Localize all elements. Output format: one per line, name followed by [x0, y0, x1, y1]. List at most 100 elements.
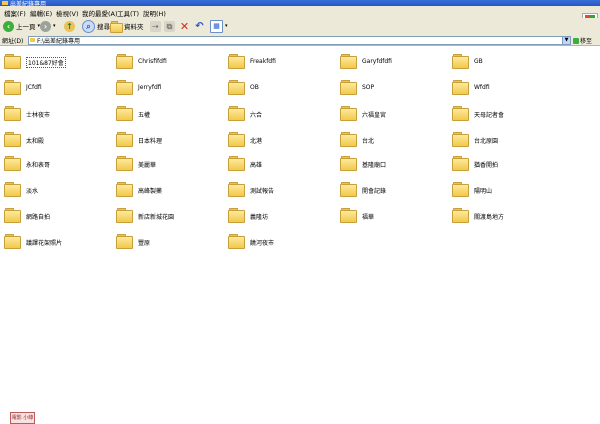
folder-label: 天母記者會 [474, 112, 505, 119]
folder-item[interactable]: 高雄 [228, 154, 333, 174]
folder-label: 饒河夜市 [250, 240, 275, 247]
folder-label: 永和表哥 [26, 162, 51, 169]
folder-item[interactable]: Wfdfi [452, 78, 557, 98]
folder-icon [340, 106, 357, 121]
folder-label: JCfdfi [26, 84, 42, 91]
folder-item[interactable]: 議譯花架照片 [4, 232, 109, 252]
folder-item[interactable]: 義隆坊 [228, 206, 333, 226]
folder-icon [452, 182, 469, 197]
folder-item[interactable]: 美麗華 [116, 154, 221, 174]
folder-item[interactable]: 台北原園 [452, 130, 557, 150]
folder-icon [452, 156, 469, 171]
folder-item[interactable]: 高峰製藥 [116, 180, 221, 200]
folder-icon [228, 132, 245, 147]
folder-item[interactable]: JCfdfi [4, 78, 109, 98]
folder-label: Garyfdfdfi [362, 58, 392, 65]
folder-item[interactable]: 士林夜市 [4, 104, 109, 124]
folder-icon [228, 80, 245, 95]
menu-view[interactable]: 檢視(V) [56, 8, 79, 18]
folder-label: Wfdfi [474, 84, 490, 91]
folder-item[interactable]: 網路自拍 [4, 206, 109, 226]
folder-label: 福華 [362, 214, 375, 221]
folder-icon [116, 156, 133, 171]
folder-item[interactable]: 六福皇宮 [340, 104, 445, 124]
folder-item[interactable]: Freakfdfi [228, 52, 333, 72]
forward-button[interactable]: › ▾ [40, 20, 56, 32]
folder-icon [116, 54, 133, 69]
folder-icon [2, 1, 8, 5]
folder-icon [116, 80, 133, 95]
folder-item[interactable]: Chrisfifdfi [116, 52, 221, 72]
views-button[interactable]: ▦ ▾ [210, 19, 228, 33]
up-folder-button[interactable]: ↑ [64, 20, 75, 32]
up-arrow-icon: ↑ [64, 20, 75, 32]
address-dropdown-button[interactable]: ▼ [562, 36, 571, 45]
go-arrow-icon [573, 37, 579, 44]
folder-label: 六福皇宮 [362, 112, 387, 119]
copy-to-button[interactable]: ⧉ [164, 20, 175, 32]
folder-item[interactable]: 陽明山 [452, 180, 557, 200]
folder-item[interactable]: 太和殿 [4, 130, 109, 150]
folder-item[interactable]: 五權 [116, 104, 221, 124]
folders-button[interactable]: 資料夾 [110, 20, 144, 33]
folder-item[interactable]: Garyfdfdfi [340, 52, 445, 72]
address-path: F:\出差紀錄專用 [37, 38, 81, 45]
address-input[interactable]: F:\出差紀錄專用 [28, 36, 570, 45]
folder-label: Freakfdfi [250, 58, 276, 65]
folder-icon [116, 132, 133, 147]
folder-item[interactable]: GB [452, 52, 557, 72]
folder-icon [116, 208, 133, 223]
folder-icon [228, 208, 245, 223]
folder-item[interactable]: 101&87好會 [4, 52, 109, 72]
folder-icon [452, 80, 469, 95]
menu-favorites[interactable]: 我的最愛(A) [82, 8, 118, 18]
folder-item[interactable]: 豐原 [116, 232, 221, 252]
folder-item[interactable]: 日本料理 [116, 130, 221, 150]
folder-label: OB [250, 84, 259, 91]
folder-label: 開會記錄 [362, 188, 387, 195]
folder-item[interactable]: 台北 [340, 130, 445, 150]
folder-item[interactable]: 新店新城花園 [116, 206, 221, 226]
folder-label: 六合 [250, 112, 263, 119]
folder-icon [452, 132, 469, 147]
folder-label: GB [474, 58, 483, 65]
folder-item[interactable]: OB [228, 78, 333, 98]
folder-item[interactable]: 六合 [228, 104, 333, 124]
folder-item[interactable]: 饒河夜市 [228, 232, 333, 252]
folder-icon [340, 80, 357, 95]
menu-tools[interactable]: 工具(T) [117, 8, 139, 18]
folder-item[interactable]: 猶香開拍 [452, 154, 557, 174]
folder-label: 測試報告 [250, 188, 275, 195]
menu-file[interactable]: 檔案(F) [4, 8, 26, 18]
menu-edit[interactable]: 編輯(E) [30, 8, 52, 18]
chevron-down-icon: ▾ [53, 23, 56, 29]
folder-item[interactable]: 基隆廟口 [340, 154, 445, 174]
menu-help[interactable]: 說明(H) [143, 8, 166, 18]
folder-item[interactable]: 北港 [228, 130, 333, 150]
move-to-button[interactable]: ⇢ [150, 20, 161, 32]
folder-icon [4, 80, 21, 95]
folder-item[interactable]: 關渡島地方 [452, 206, 557, 226]
search-button[interactable]: ⌕ 搜尋 [82, 19, 110, 33]
go-button[interactable]: 移至 [573, 36, 592, 45]
undo-button[interactable]: ↶ [194, 20, 205, 32]
folder-icon [228, 54, 245, 69]
folder-label: 五權 [138, 112, 151, 119]
folder-label: 議譯花架照片 [26, 240, 63, 247]
folder-label: 台北 [362, 138, 375, 145]
folder-item[interactable]: 開會記錄 [340, 180, 445, 200]
folder-item[interactable]: SOP [340, 78, 445, 98]
folder-item[interactable]: 測試報告 [228, 180, 333, 200]
back-button[interactable]: ‹ 上一頁 ▾ [3, 20, 40, 32]
folder-label: 義隆坊 [250, 214, 269, 221]
back-arrow-icon: ‹ [3, 20, 14, 32]
folder-item[interactable]: 福華 [340, 206, 445, 226]
folder-item[interactable]: 永和表哥 [4, 154, 109, 174]
folder-label: Chrisfifdfi [138, 58, 167, 65]
folder-icon [116, 234, 133, 249]
folder-label: 關渡島地方 [474, 214, 505, 221]
folder-item[interactable]: 天母記者會 [452, 104, 557, 124]
delete-button[interactable]: ✕ [179, 20, 190, 32]
folder-item[interactable]: 淡水 [4, 180, 109, 200]
folder-item[interactable]: Jerryfdfi [116, 78, 221, 98]
